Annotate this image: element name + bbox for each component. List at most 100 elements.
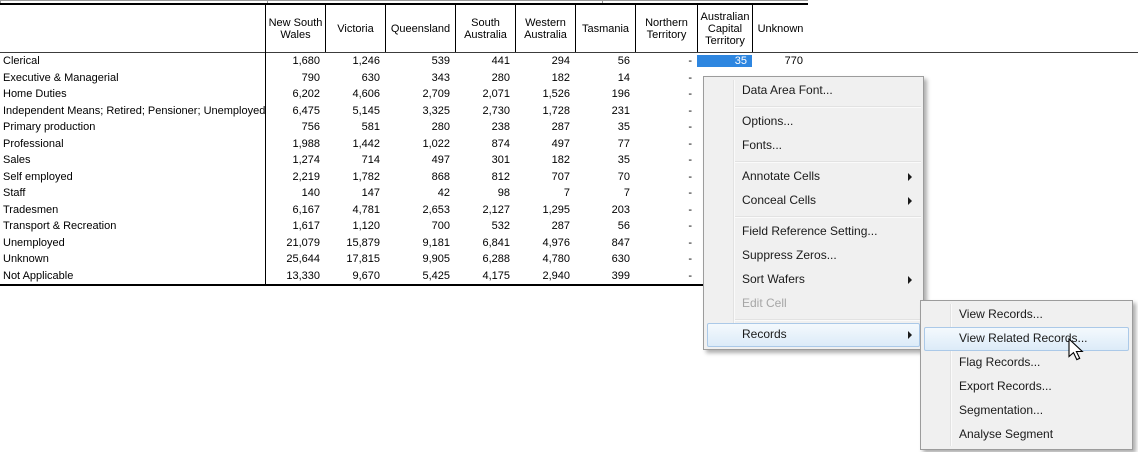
data-cell[interactable]: 17,815: [325, 253, 385, 265]
data-cell[interactable]: 7: [515, 187, 575, 199]
data-cell[interactable]: 13,330: [265, 270, 325, 282]
row-label[interactable]: Professional: [0, 138, 265, 150]
data-cell[interactable]: -: [635, 171, 697, 183]
menu-item-annotate-cells[interactable]: Annotate Cells: [707, 165, 920, 189]
data-cell[interactable]: 6,841: [455, 237, 515, 249]
menu-item-fonts[interactable]: Fonts...: [707, 134, 920, 158]
row-label[interactable]: Unemployed: [0, 237, 265, 249]
data-cell[interactable]: 847: [575, 237, 635, 249]
data-cell[interactable]: 3,325: [385, 105, 455, 117]
data-cell[interactable]: 21,079: [265, 237, 325, 249]
data-cell[interactable]: 1,988: [265, 138, 325, 150]
data-cell[interactable]: 182: [515, 72, 575, 84]
data-cell[interactable]: 4,175: [455, 270, 515, 282]
menu-item-sort-wafers[interactable]: Sort Wafers: [707, 268, 920, 292]
column-header-queensland[interactable]: Queensland: [385, 5, 455, 52]
row-label[interactable]: Clerical: [0, 55, 265, 67]
data-cell[interactable]: 280: [385, 121, 455, 133]
data-cell[interactable]: 182: [515, 154, 575, 166]
column-header-victoria[interactable]: Victoria: [325, 5, 385, 52]
menu-item-conceal-cells[interactable]: Conceal Cells: [707, 189, 920, 213]
data-cell[interactable]: 301: [455, 154, 515, 166]
data-cell[interactable]: 1,295: [515, 204, 575, 216]
data-cell[interactable]: 56: [575, 220, 635, 232]
submenu-item-view-records[interactable]: View Records...: [924, 303, 1129, 327]
data-cell[interactable]: -: [635, 154, 697, 166]
data-cell[interactable]: 2,709: [385, 88, 455, 100]
menu-item-data-area-font[interactable]: Data Area Font...: [707, 79, 920, 103]
data-cell[interactable]: 868: [385, 171, 455, 183]
data-cell[interactable]: -: [635, 253, 697, 265]
data-cell[interactable]: 1,526: [515, 88, 575, 100]
data-cell[interactable]: 343: [385, 72, 455, 84]
data-cell[interactable]: 15,879: [325, 237, 385, 249]
data-cell[interactable]: 231: [575, 105, 635, 117]
data-cell[interactable]: 4,976: [515, 237, 575, 249]
data-cell[interactable]: 6,288: [455, 253, 515, 265]
data-cell[interactable]: -: [635, 121, 697, 133]
data-cell[interactable]: 2,653: [385, 204, 455, 216]
data-cell[interactable]: 4,780: [515, 253, 575, 265]
submenu-item-flag-records[interactable]: Flag Records...: [924, 351, 1129, 375]
data-cell[interactable]: -: [635, 72, 697, 84]
data-cell[interactable]: -: [635, 270, 697, 282]
data-cell[interactable]: 287: [515, 121, 575, 133]
data-cell[interactable]: 630: [325, 72, 385, 84]
data-cell[interactable]: 6,202: [265, 88, 325, 100]
submenu-item-analyse-segment[interactable]: Analyse Segment: [924, 423, 1129, 447]
data-cell[interactable]: 874: [455, 138, 515, 150]
data-cell[interactable]: 581: [325, 121, 385, 133]
data-cell[interactable]: 1,274: [265, 154, 325, 166]
row-label[interactable]: Self employed: [0, 171, 265, 183]
data-cell[interactable]: 56: [575, 55, 635, 67]
data-cell[interactable]: 6,167: [265, 204, 325, 216]
data-cell[interactable]: 756: [265, 121, 325, 133]
row-label[interactable]: Staff: [0, 187, 265, 199]
data-cell[interactable]: 2,127: [455, 204, 515, 216]
column-header-tasmania[interactable]: Tasmania: [575, 5, 635, 52]
data-cell[interactable]: 497: [515, 138, 575, 150]
row-label[interactable]: Home Duties: [0, 88, 265, 100]
data-cell[interactable]: 1,617: [265, 220, 325, 232]
data-cell[interactable]: 238: [455, 121, 515, 133]
menu-item-options[interactable]: Options...: [707, 110, 920, 134]
column-header-australian-capital-territory[interactable]: Australian Capital Territory: [697, 5, 752, 52]
menu-item-field-reference-setting[interactable]: Field Reference Setting...: [707, 220, 920, 244]
row-label[interactable]: Tradesmen: [0, 204, 265, 216]
data-cell[interactable]: 77: [575, 138, 635, 150]
data-cell[interactable]: 1,728: [515, 105, 575, 117]
data-cell[interactable]: 1,246: [325, 55, 385, 67]
data-cell[interactable]: 770: [752, 55, 808, 67]
data-cell[interactable]: 35: [575, 121, 635, 133]
column-header-unknown[interactable]: Unknown: [752, 5, 808, 52]
data-cell[interactable]: 203: [575, 204, 635, 216]
data-cell[interactable]: 539: [385, 55, 455, 67]
column-header-northern-territory[interactable]: Northern Territory: [635, 5, 697, 52]
row-label[interactable]: Independent Means; Retired; Pensioner; U…: [0, 105, 265, 117]
data-cell[interactable]: 9,905: [385, 253, 455, 265]
selected-cell[interactable]: 35: [697, 55, 752, 67]
data-cell[interactable]: 42: [385, 187, 455, 199]
data-cell[interactable]: 1,442: [325, 138, 385, 150]
data-cell[interactable]: 790: [265, 72, 325, 84]
data-cell[interactable]: 6,475: [265, 105, 325, 117]
data-cell[interactable]: 5,425: [385, 270, 455, 282]
data-cell[interactable]: 630: [575, 253, 635, 265]
data-cell[interactable]: -: [635, 138, 697, 150]
submenu-item-segmentation[interactable]: Segmentation...: [924, 399, 1129, 423]
data-cell[interactable]: 441: [455, 55, 515, 67]
data-cell[interactable]: -: [635, 220, 697, 232]
data-cell[interactable]: 294: [515, 55, 575, 67]
submenu-item-view-related-records[interactable]: View Related Records...: [924, 327, 1129, 351]
data-cell[interactable]: -: [635, 105, 697, 117]
data-cell[interactable]: 1,022: [385, 138, 455, 150]
data-cell[interactable]: 2,730: [455, 105, 515, 117]
data-cell[interactable]: -: [635, 237, 697, 249]
row-label[interactable]: Transport & Recreation: [0, 220, 265, 232]
data-cell[interactable]: -: [635, 204, 697, 216]
data-cell[interactable]: 14: [575, 72, 635, 84]
data-cell[interactable]: 497: [385, 154, 455, 166]
data-cell[interactable]: -: [635, 187, 697, 199]
data-cell[interactable]: 2,219: [265, 171, 325, 183]
data-cell[interactable]: 196: [575, 88, 635, 100]
